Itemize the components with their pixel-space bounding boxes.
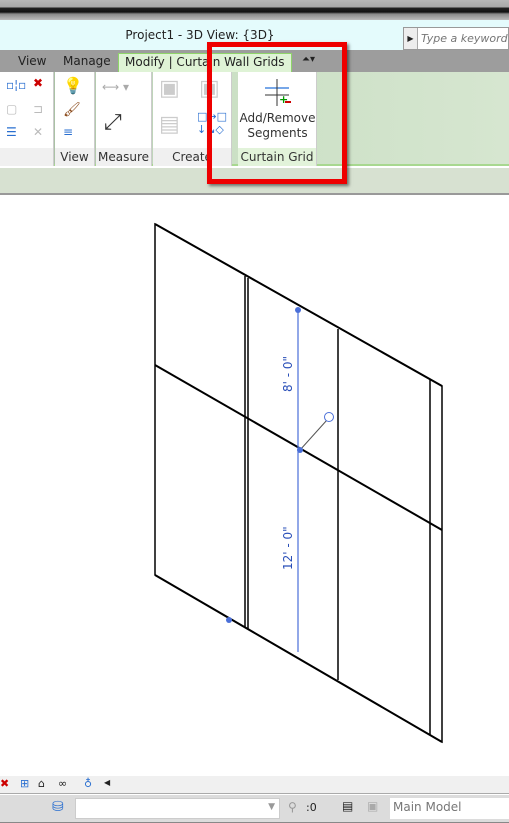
filter-count: :0 <box>306 801 317 814</box>
split-icon[interactable]: ☰ <box>6 125 17 139</box>
workset-dropdown[interactable]: ▼ <box>75 798 280 819</box>
analysis-icon[interactable]: ∞ <box>58 777 67 790</box>
thin-lines-icon[interactable]: ≡ <box>63 125 73 139</box>
design-option-field[interactable]: Main Model <box>390 798 509 819</box>
view-control-bar: ✖ ⊞ ⌂ ∞ ♁ ◀ <box>0 776 509 794</box>
panel-label <box>0 148 53 166</box>
window-title: Project1 - 3D View: {3D} <box>125 28 275 42</box>
lightbulb-icon[interactable]: 💡 <box>63 76 83 95</box>
create-group-icon[interactable]: ▣ <box>159 76 180 101</box>
align-icon[interactable]: ▫¦▫ <box>6 78 26 92</box>
grip-point <box>297 447 303 453</box>
lock-view-icon[interactable]: ⌂ <box>38 777 45 790</box>
panel-label: View <box>55 148 94 166</box>
dimension-upper[interactable]: 8' - 0" <box>281 356 295 392</box>
create-parts-icon[interactable]: ▤ <box>159 112 180 137</box>
panel-modify: ▫¦▫ ✖ ▢ ⊐ ☰ ✕ <box>0 72 54 166</box>
tab-view[interactable]: View <box>12 53 52 72</box>
scale-icon[interactable]: ▢ <box>6 102 17 116</box>
panel-label: Measure <box>96 148 151 166</box>
scroll-left-icon[interactable]: ◀ <box>104 778 110 787</box>
window-frame <box>0 0 509 20</box>
rotate-handle[interactable] <box>324 412 334 422</box>
measure-icon[interactable]: ⟷ ▾ <box>102 80 129 94</box>
expand-arrow-icon[interactable]: ▶ <box>404 28 418 49</box>
handle-leader <box>299 419 328 451</box>
bulb-icon[interactable]: ♁ <box>84 777 92 790</box>
worksets-icon[interactable]: ⛁ <box>52 799 64 815</box>
grip-point <box>226 617 232 623</box>
chevron-down-icon: ▼ <box>268 802 275 812</box>
tab-manage[interactable]: Manage <box>57 53 117 72</box>
search-input[interactable] <box>418 32 508 45</box>
grip-point <box>295 307 301 313</box>
status-bar: ⛁ ▼ ⚲ :0 ▤ ▣ Main Model <box>0 795 509 823</box>
pin-icon[interactable]: ⊐ <box>33 102 43 116</box>
editing-requests-icon[interactable]: ▣ <box>367 799 378 813</box>
unpin-icon[interactable]: ✖ <box>33 76 43 90</box>
drawing-canvas[interactable]: 8' - 0" 12' - 0" <box>0 197 509 775</box>
paintbrush-icon[interactable]: 🖌 <box>63 102 81 118</box>
delete-icon[interactable]: ✕ <box>33 125 43 139</box>
reveal-hidden-icon[interactable]: ✖ <box>0 777 9 790</box>
dimension-lower[interactable]: 12' - 0" <box>281 526 295 570</box>
panel-measure: ⟷ ▾ ⤢ Measure <box>96 72 152 166</box>
search-box[interactable]: ▶ <box>403 27 509 50</box>
highlight-annotation-box <box>207 42 347 184</box>
aligned-dimension-icon[interactable]: ⤢ <box>104 110 122 135</box>
panel-view: 💡 🖌 ≡ View <box>55 72 95 166</box>
temporary-hide-icon[interactable]: ⊞ <box>20 777 29 790</box>
design-options-icon[interactable]: ▤ <box>342 799 353 813</box>
curtain-wall-3d-view: 8' - 0" 12' - 0" <box>154 222 443 744</box>
filter-icon[interactable]: ⚲ <box>288 800 297 814</box>
